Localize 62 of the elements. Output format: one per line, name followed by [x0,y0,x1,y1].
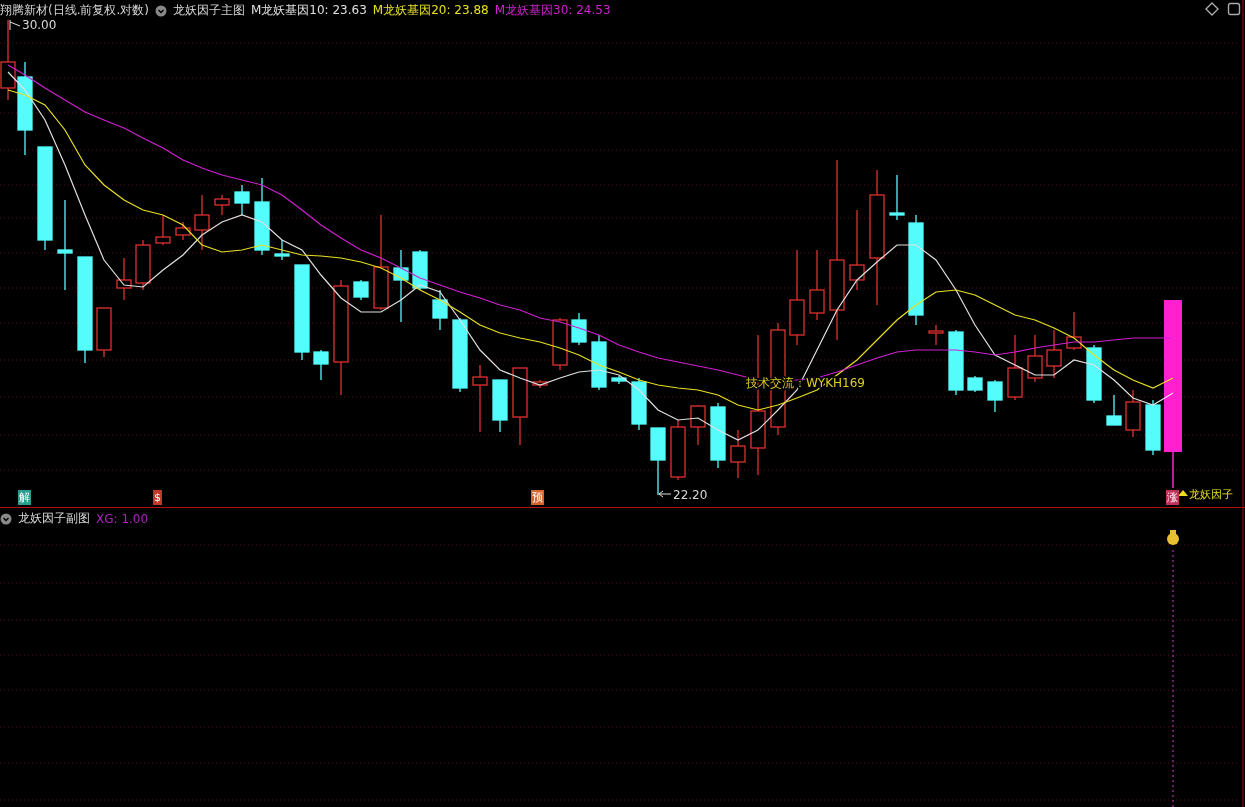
candlestick [96,307,112,358]
candlestick [552,317,568,371]
candlestick [809,249,825,321]
candlestick [234,184,250,216]
candlestick [1106,394,1122,426]
signal-marker: 预 [531,490,544,505]
candlestick [928,324,944,346]
candlestick [987,379,1003,413]
indicator-value: XG: 1.00 [96,511,149,526]
leader-line [9,19,21,31]
candlestick [175,221,191,241]
candlestick [116,257,132,301]
candlestick [353,279,369,301]
candlestick [1027,334,1043,383]
candlestick [650,427,666,496]
candlestick [532,379,548,389]
indicator-name: 龙妖因子主图 [173,2,245,19]
money-bag-icon [1167,530,1179,545]
stock-title: 翔腾新材(日线.前复权.对数) [0,2,149,19]
low-price-label: 22.20 [673,488,708,502]
diamond-icon[interactable] [1205,2,1219,16]
signal-label: 龙妖因子 [1189,488,1233,501]
candlestick [472,364,488,433]
candlestick [1145,399,1161,456]
candlestick [492,379,508,433]
indicator-name: 龙妖因子副图 [18,510,90,527]
moving-average-value: M龙妖基因10: 23.63 [251,2,367,19]
candlestick [948,329,964,396]
triangle-icon [1178,490,1188,496]
signal-marker: $ [153,490,162,505]
chevron-down-icon[interactable] [155,4,167,17]
signal-marker: 涨 [1166,490,1179,505]
candlestick [432,289,448,331]
candlestick [571,312,587,346]
candlestick [730,429,746,479]
candlestick [214,194,230,216]
candlestick [313,349,329,381]
candlestick [1125,389,1141,438]
signal-marker: 解 [18,490,31,505]
candlestick [670,419,686,481]
candlestick [135,239,151,291]
candlestick [889,174,905,221]
candlestick [155,214,171,246]
candlestick [690,404,706,446]
high-price-label: 30.00 [22,18,57,32]
candlestick [1007,334,1023,401]
candlestick [631,377,647,431]
candlestick [274,239,290,261]
chevron-down-icon[interactable] [0,512,12,525]
leader-line [658,490,672,498]
candlestick [194,194,210,251]
candlestick [967,375,983,393]
candlestick [591,334,607,391]
square-icon[interactable] [1227,2,1241,16]
candlestick [1046,329,1062,379]
candlestick [1066,311,1082,351]
moving-average-value: M龙妖基因20: 23.88 [372,2,489,19]
moving-average-value: M龙妖基因30: 24.53 [494,2,611,19]
candlestick [1086,344,1102,404]
candlestick [611,375,627,385]
candlestick [412,249,428,291]
candlestick [710,402,726,469]
